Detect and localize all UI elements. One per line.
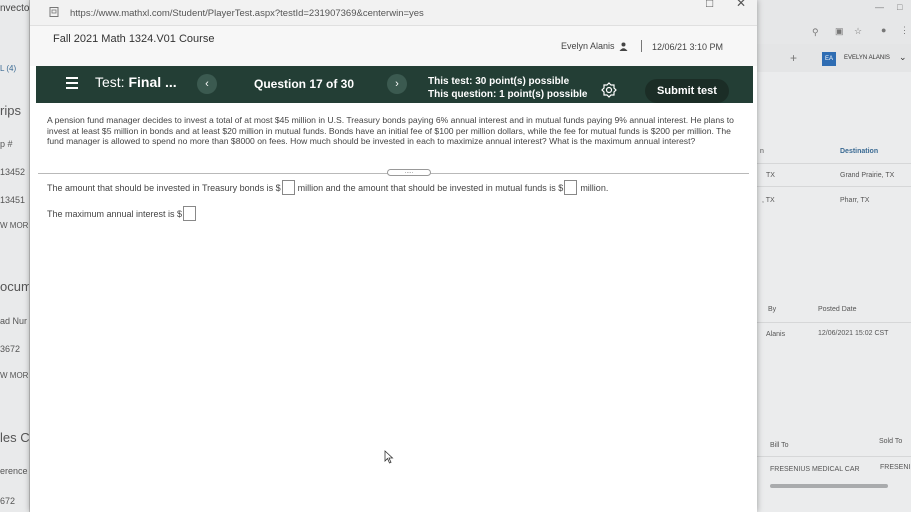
left-label: 672 (0, 496, 16, 506)
table-header: By (768, 306, 777, 313)
minimize-icon[interactable]: — (875, 2, 884, 12)
test-points: This test: 30 point(s) possible (428, 76, 570, 87)
table-cell: Alanis (766, 331, 786, 338)
table-cell: , TX (762, 197, 775, 204)
avatar[interactable]: EA (822, 52, 836, 66)
test-title-prefix: Test: (95, 74, 129, 90)
answer-line-investments: The amount that should be invested in Tr… (47, 180, 608, 195)
table-cell: 12/06/2021 15:02 CST (818, 330, 889, 337)
user-name: Evelyn Alanis (561, 41, 615, 51)
profile-icon[interactable]: ● (881, 25, 886, 35)
divider (757, 322, 911, 323)
background-window-left: nvector L (4) rips p # 13452 13451 W MOR… (0, 0, 30, 512)
table-header: Bill To (770, 442, 789, 449)
table-cell: Grand Prairie, TX (840, 172, 895, 179)
horizontal-scrollbar[interactable] (770, 484, 888, 488)
answer-label: The maximum annual interest is $ (47, 208, 183, 219)
table-header: Posted Date (818, 306, 857, 313)
left-label: W MOR (0, 221, 29, 230)
test-title-name: Final ... (128, 74, 177, 90)
account-name[interactable]: EVELYN ALANIS (844, 55, 890, 61)
pane-resize-handle[interactable]: ..... (387, 169, 431, 176)
answer-label: million and the amount that should be in… (297, 182, 564, 193)
background-window-right: — □ ⚲ ▣ ☆ ● ⋮ + EA EVELYN ALANIS ⌄ n Des… (757, 0, 911, 512)
mouse-cursor-icon (384, 450, 394, 464)
main-browser-window: https://www.mathxl.com/Student/PlayerTes… (30, 0, 757, 512)
table-cell: FRESENI (880, 464, 911, 471)
left-label: rips (0, 103, 21, 118)
address-bar[interactable]: https://www.mathxl.com/Student/PlayerTes… (30, 0, 757, 26)
table-header: Sold To (879, 438, 903, 445)
divider (757, 186, 911, 187)
more-icon[interactable]: ⋮ (900, 25, 909, 36)
add-icon[interactable]: + (790, 51, 797, 65)
question-number: Question 17 of 30 (254, 77, 355, 91)
left-label: 3672 (0, 344, 21, 354)
table-cell: Pharr, TX (840, 197, 870, 204)
left-window-title: nvector (0, 3, 30, 14)
restore-icon[interactable]: □ (706, 0, 713, 10)
restore-icon[interactable]: □ (897, 2, 902, 12)
url-text[interactable]: https://www.mathxl.com/Student/PlayerTes… (70, 8, 424, 19)
page-icon (49, 7, 59, 17)
right-window-nav: + EA EVELYN ALANIS ⌄ (757, 44, 911, 72)
star-icon[interactable]: ☆ (854, 26, 862, 37)
left-label: les C (0, 430, 30, 445)
extension-icon[interactable]: ▣ (835, 26, 844, 37)
table-header: n (760, 148, 764, 155)
user-icon (619, 42, 628, 51)
next-question-button[interactable]: › (387, 74, 407, 94)
left-label: 13452 (0, 167, 26, 177)
table-header: Destination (840, 148, 879, 155)
left-label: 13451 (0, 195, 26, 205)
user-info: Evelyn Alanis (561, 41, 628, 51)
course-header: Fall 2021 Math 1324.V01 Course Evelyn Al… (30, 26, 757, 66)
right-window-toolbar: — □ ⚲ ▣ ☆ ● ⋮ (757, 0, 911, 44)
divider (757, 163, 911, 164)
question-text: A pension fund manager decides to invest… (47, 115, 734, 147)
answer-label: million. (580, 182, 609, 193)
chevron-down-icon[interactable]: ⌄ (899, 52, 907, 63)
key-icon[interactable]: ⚲ (812, 27, 819, 38)
left-label: p # (0, 139, 13, 149)
divider (757, 456, 911, 457)
left-label: erence (0, 466, 28, 476)
divider (641, 40, 642, 52)
bonds-amount-input[interactable] (281, 180, 295, 195)
left-label: ad Nur (0, 316, 28, 326)
course-title: Fall 2021 Math 1324.V01 Course (53, 33, 215, 45)
answer-label: The amount that should be invested in Tr… (47, 182, 281, 193)
mutual-funds-amount-input[interactable] (564, 180, 578, 195)
table-cell: FRESENIUS MEDICAL CAR (770, 466, 860, 473)
max-interest-input[interactable] (183, 206, 197, 221)
close-icon[interactable]: ✕ (736, 0, 746, 10)
points-info: This test: 30 point(s) possible This que… (428, 75, 587, 101)
left-label: W MOR (0, 371, 29, 380)
hamburger-menu-icon[interactable] (66, 77, 78, 91)
gear-icon[interactable] (601, 82, 617, 98)
answer-line-max-interest: The maximum annual interest is $ (47, 206, 199, 221)
left-label: L (4) (0, 64, 17, 73)
left-label: ocum (0, 279, 30, 294)
submit-test-button[interactable]: Submit test (645, 79, 729, 103)
previous-question-button[interactable]: ‹ (197, 74, 217, 94)
test-toolbar: Test: Final ... ‹ Question 17 of 30 › Th… (36, 66, 753, 103)
test-title[interactable]: Test: Final ... (95, 74, 177, 90)
table-cell: TX (766, 172, 775, 179)
question-points: This question: 1 point(s) possible (428, 89, 588, 100)
datetime: 12/06/21 3:10 PM (652, 42, 724, 52)
